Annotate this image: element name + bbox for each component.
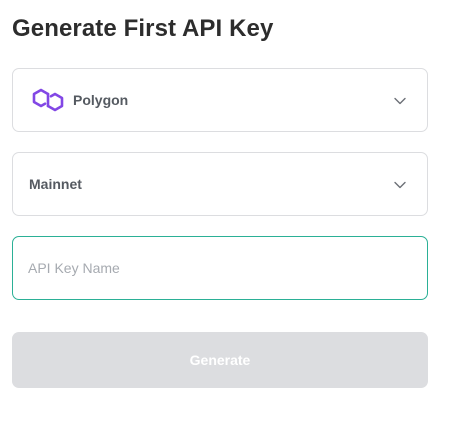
chevron-down-icon <box>393 95 407 107</box>
environment-select-value: Mainnet <box>29 176 82 192</box>
environment-select[interactable]: Mainnet <box>12 152 428 216</box>
generate-button[interactable]: Generate <box>12 332 428 388</box>
network-select[interactable]: Polygon <box>12 68 428 132</box>
polygon-logo-icon <box>31 85 65 115</box>
api-key-name-input[interactable] <box>12 236 428 300</box>
chevron-down-icon <box>393 179 407 191</box>
network-select-value: Polygon <box>73 92 129 108</box>
page-title: Generate First API Key <box>12 15 274 42</box>
generate-api-key-page: Generate First API Key Polygon Mainnet A… <box>0 0 452 431</box>
